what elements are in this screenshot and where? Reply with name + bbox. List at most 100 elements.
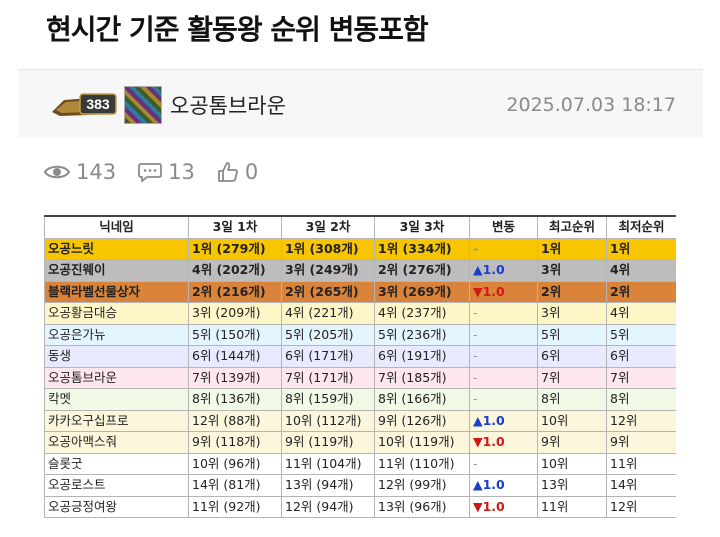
day2-cell: 3위 (249개) (281, 259, 375, 282)
worst-rank-cell: 12위 (606, 409, 676, 432)
day2-cell: 8위 (159개) (281, 388, 375, 411)
nickname-cell: 오공진웨이 (44, 259, 189, 282)
worst-rank-cell: 5위 (606, 323, 676, 346)
worst-rank-cell: 6위 (606, 345, 676, 368)
post-date: 2025.07.03 18:17 (506, 94, 676, 116)
worst-rank-cell: 2위 (606, 280, 676, 303)
views-stat: 143 (44, 160, 116, 184)
thumbs-up-icon (217, 162, 238, 182)
best-rank-cell: 3위 (537, 259, 607, 282)
comments-stat[interactable]: 13 (138, 160, 195, 184)
worst-rank-cell: 1위 (606, 237, 676, 260)
day3-cell: 12위 (99개) (374, 474, 470, 497)
best-rank-cell: 1위 (537, 237, 607, 260)
nickname-cell: 오공로스트 (44, 474, 189, 497)
best-rank-cell: 13위 (537, 474, 607, 497)
best-rank-cell: 8위 (537, 388, 607, 411)
day3-cell: 10위 (119개) (374, 431, 470, 454)
author-avatar[interactable] (124, 86, 162, 124)
day2-cell: 11위 (104개) (281, 452, 375, 475)
author-name[interactable]: 오공톰브라운 (170, 90, 286, 120)
likes-stat[interactable]: 0 (217, 160, 258, 184)
best-rank-cell: 7위 (537, 366, 607, 389)
change-cell: - (469, 366, 538, 389)
nickname-cell: 오공황금대승 (44, 302, 189, 325)
comments-count: 13 (168, 160, 195, 184)
table-row: 카카오구십프로 12위 (88개) 10위 (112개) 9위 (126개) ▲1.0 1… (44, 409, 676, 432)
day2-cell: 9위 (119개) (281, 431, 375, 454)
worst-rank-cell: 7위 (606, 366, 676, 389)
day3-cell: 4위 (237개) (374, 302, 470, 325)
header-day2: 3일 2차 (281, 215, 375, 239)
change-cell: ▲1.0 (469, 409, 538, 432)
day1-cell: 3위 (209개) (188, 302, 282, 325)
nickname-cell: 오공톰브라운 (44, 366, 189, 389)
table-row: 오공느릿 1위 (279개) 1위 (308개) 1위 (334개) -1위 1위 (44, 237, 676, 260)
day1-cell: 11위 (92개) (188, 495, 282, 518)
day1-cell: 6위 (144개) (188, 345, 282, 368)
worst-rank-cell: 11위 (606, 452, 676, 475)
level-badge-icon: 383 (52, 93, 117, 116)
worst-rank-cell: 14위 (606, 474, 676, 497)
day3-cell: 1위 (334개) (374, 237, 470, 260)
day3-cell: 11위 (110개) (374, 452, 470, 475)
worst-rank-cell: 8위 (606, 388, 676, 411)
nickname-cell: 블랙라벨선물상자 (44, 280, 189, 303)
table-row: 오공황금대승 3위 (209개) 4위 (221개) 4위 (237개) -3위 4위 (44, 302, 676, 325)
day2-cell: 12위 (94개) (281, 495, 375, 518)
header-day1: 3일 1차 (188, 215, 282, 239)
table-row: 오공진웨이 4위 (202개) 3위 (249개) 2위 (276개) ▲1.0 3위 4위 (44, 259, 676, 282)
change-cell: ▲1.0 (469, 259, 538, 282)
nickname-cell: 오공아맥스줘 (44, 431, 189, 454)
day1-cell: 8위 (136개) (188, 388, 282, 411)
nickname-cell: 오공은가뉴 (44, 323, 189, 346)
best-rank-cell: 9위 (537, 431, 607, 454)
worst-rank-cell: 4위 (606, 302, 676, 325)
day3-cell: 6위 (191개) (374, 345, 470, 368)
nickname-cell: 오공긍정여왕 (44, 495, 189, 518)
table-row: 오공로스트 14위 (81개) 13위 (94개) 12위 (99개) ▲1.0 13위 1… (44, 474, 676, 497)
day1-cell: 1위 (279개) (188, 237, 282, 260)
worst-rank-cell: 4위 (606, 259, 676, 282)
day1-cell: 7위 (139개) (188, 366, 282, 389)
header-worst: 최저순위 (606, 215, 676, 239)
nickname-cell: 슬롯굿 (44, 452, 189, 475)
comment-icon (138, 163, 162, 182)
table-row: 블랙라벨선물상자 2위 (216개) 2위 (265개) 3위 (269개) ▼1.0 2… (44, 280, 676, 303)
table-row: 오공아맥스줘 9위 (118개) 9위 (119개) 10위 (119개) ▼1.0 9위… (44, 431, 676, 454)
table-row: 오공톰브라운 7위 (139개) 7위 (171개) 7위 (185개) -7위 7위 (44, 366, 676, 389)
day2-cell: 7위 (171개) (281, 366, 375, 389)
day1-cell: 14위 (81개) (188, 474, 282, 497)
best-rank-cell: 2위 (537, 280, 607, 303)
day1-cell: 10위 (96개) (188, 452, 282, 475)
ranking-table-wrap: 닉네임 3일 1차 3일 2차 3일 3차 변동 최고순위 최저순위 오공느릿 1… (44, 215, 676, 537)
day2-cell: 1위 (308개) (281, 237, 375, 260)
best-rank-cell: 11위 (537, 495, 607, 518)
day1-cell: 9위 (118개) (188, 431, 282, 454)
best-rank-cell: 3위 (537, 302, 607, 325)
post-stats: 143 13 0 (44, 158, 280, 186)
nickname-cell: 칵멧 (44, 388, 189, 411)
level-number: 383 (86, 96, 110, 112)
worst-rank-cell: 12위 (606, 495, 676, 518)
day3-cell: 5위 (236개) (374, 323, 470, 346)
day1-cell: 4위 (202개) (188, 259, 282, 282)
header-change: 변동 (469, 215, 538, 239)
day1-cell: 5위 (150개) (188, 323, 282, 346)
change-cell: ▼1.0 (469, 431, 538, 454)
best-rank-cell: 6위 (537, 345, 607, 368)
table-header-row: 닉네임 3일 1차 3일 2차 3일 3차 변동 최고순위 최저순위 (44, 215, 676, 239)
best-rank-cell: 10위 (537, 409, 607, 432)
table-row: 오공긍정여왕 11위 (92개) 12위 (94개) 13위 (96개) ▼1.0 11위… (44, 495, 676, 518)
day3-cell: 2위 (276개) (374, 259, 470, 282)
best-rank-cell: 5위 (537, 323, 607, 346)
day1-cell: 2위 (216개) (188, 280, 282, 303)
eye-icon (44, 165, 70, 179)
nickname-cell: 동생 (44, 345, 189, 368)
change-cell: - (469, 345, 538, 368)
change-cell: ▼1.0 (469, 495, 538, 518)
change-cell: - (469, 388, 538, 411)
day2-cell: 6위 (171개) (281, 345, 375, 368)
change-cell: - (469, 323, 538, 346)
nickname-cell: 오공느릿 (44, 237, 189, 260)
